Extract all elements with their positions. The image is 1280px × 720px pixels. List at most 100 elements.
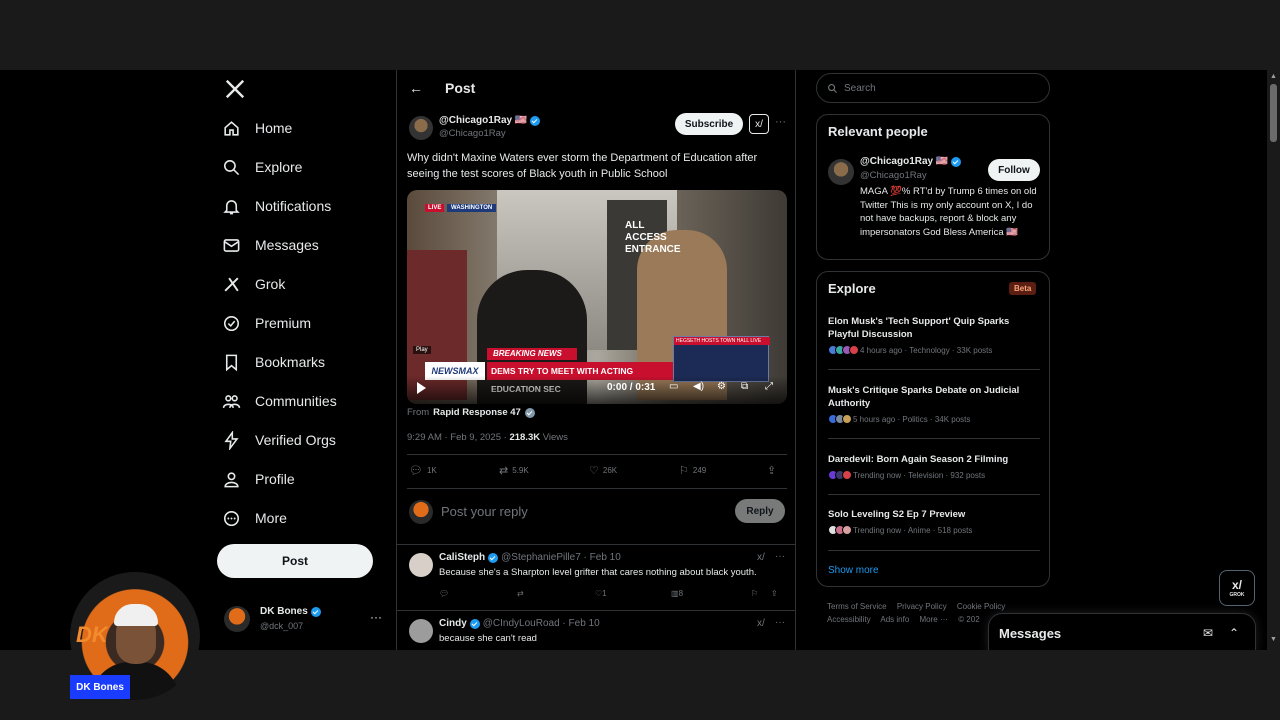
x-logo-icon[interactable] [224, 78, 246, 100]
avatar[interactable] [409, 116, 433, 140]
grok-floating-button[interactable]: x/ GROK [1219, 570, 1255, 606]
messages-dock[interactable]: Messages ✉ ⌃ [988, 613, 1256, 653]
trend-item[interactable]: Elon Musk's 'Tech Support' Quip Sparks P… [828, 315, 1040, 355]
breaking-news-banner: BREAKING NEWS [487, 348, 577, 360]
sidebar-item-grok[interactable]: Grok [222, 269, 285, 299]
captions-icon[interactable]: ▭ [669, 381, 678, 392]
expand-icon[interactable]: ⌃ [1229, 626, 1239, 640]
sidebar-item-label: Notifications [255, 198, 332, 214]
like-action[interactable]: ♡ 26K [589, 464, 617, 477]
sidebar-item-messages[interactable]: Messages [222, 230, 319, 260]
reply-author[interactable]: CaliSteph @StephaniePille7 · Feb 10 [439, 552, 621, 563]
account-name: DK Bones [260, 606, 321, 617]
sidebar-item-explore[interactable]: Explore [222, 152, 302, 182]
scroll-down-icon[interactable]: ▼ [1270, 636, 1277, 643]
play-label: Play [413, 346, 431, 354]
source-account-link[interactable]: Rapid Response 47 [433, 407, 521, 418]
reply-button[interactable]: Reply [735, 499, 785, 523]
person-handle[interactable]: @Chicago1Ray [860, 170, 927, 181]
sidebar-item-verified-orgs[interactable]: Verified Orgs [222, 425, 336, 455]
avatar[interactable] [828, 159, 854, 185]
follow-button[interactable]: Follow [988, 159, 1040, 181]
avatar [409, 500, 433, 524]
sidebar-item-profile[interactable]: Profile [222, 464, 295, 494]
scrollbar-thumb[interactable] [1270, 84, 1277, 142]
grok-icon[interactable]: x/ [749, 114, 769, 134]
bookmark-action[interactable]: ⚐ 249 [679, 464, 706, 477]
account-switcher[interactable]: DK Bones @dck_007 ··· [224, 604, 384, 636]
fullscreen-icon[interactable]: ⤢ [765, 381, 773, 392]
reply-icon[interactable]: 💬︎ [439, 589, 449, 598]
grok-icon[interactable]: x/ [757, 618, 765, 629]
video-time: 0:00 / 0:31 [607, 382, 656, 393]
pip-icon[interactable]: ⧉ [741, 381, 748, 392]
main-column: ← Post @Chicago1Ray 🇺🇸 @Chicago1Ray Subs… [396, 70, 796, 650]
entrance-sign: ALL ACCESS ENTRANCE [625, 220, 681, 255]
subscribe-button[interactable]: Subscribe [675, 113, 743, 135]
play-icon[interactable] [417, 382, 426, 394]
page-title: Post [445, 80, 476, 96]
share-action[interactable]: ⇪ [767, 464, 776, 477]
beta-badge: Beta [1009, 282, 1037, 295]
scroll-up-icon[interactable]: ▲ [1270, 73, 1277, 80]
trend-title: Daredevil: Born Again Season 2 Filming [828, 454, 1009, 465]
person-name[interactable]: @Chicago1Ray 🇺🇸 [860, 156, 962, 167]
avatar[interactable] [409, 553, 433, 577]
search-icon [223, 159, 240, 175]
reply-action[interactable]: 💬︎ 1K [409, 464, 437, 477]
sidebar-item-premium[interactable]: Premium [222, 308, 311, 338]
footer-link[interactable]: Accessibility [827, 615, 871, 624]
trend-item[interactable]: Musk's Critique Sparks Debate on Judicia… [828, 384, 1040, 424]
reply-item[interactable]: CaliSteph @StephaniePille7 · Feb 10 x/ ··… [397, 545, 795, 611]
divider [407, 488, 787, 489]
footer-link[interactable]: Terms of Service [827, 602, 887, 611]
footer-link[interactable]: Ads info [880, 615, 909, 624]
sidebar-item-communities[interactable]: Communities [222, 386, 337, 416]
trend-item[interactable]: Daredevil: Born Again Season 2 Filming T… [828, 453, 1040, 480]
repost-icon[interactable]: ⇄ [517, 589, 524, 598]
footer-link[interactable]: More ··· [920, 615, 948, 624]
repost-action[interactable]: ⇄ 5.9K [499, 464, 529, 477]
scrollbar[interactable]: ▲ ▼ [1267, 70, 1280, 650]
sidebar-item-label: Profile [255, 471, 295, 487]
author-handle[interactable]: @Chicago1Ray [439, 128, 506, 139]
verified-badge-icon [488, 552, 499, 563]
share-icon[interactable]: ⇪ [771, 589, 778, 598]
search-input[interactable]: Search [816, 73, 1050, 103]
sidebar-item-label: Communities [255, 393, 337, 409]
sidebar-item-bookmarks[interactable]: Bookmarks [222, 347, 325, 377]
like-action[interactable]: ♡ 1 [595, 589, 607, 598]
avatar[interactable] [409, 619, 433, 643]
show-more-link[interactable]: Show more [828, 565, 879, 576]
sidebar-item-label: Explore [255, 159, 303, 175]
volume-icon[interactable]: ◀) [693, 381, 704, 392]
reply-author[interactable]: Cindy @CIndyLouRoad · Feb 10 [439, 618, 600, 629]
premium-icon [223, 315, 240, 331]
settings-icon[interactable]: ⚙ [717, 381, 726, 392]
reply-input[interactable]: Post your reply [441, 504, 528, 519]
post-button[interactable]: Post [217, 544, 373, 578]
trend-title: Solo Leveling S2 Ep 7 Preview [828, 509, 966, 520]
footer-link[interactable]: Privacy Policy [897, 602, 947, 611]
new-message-icon[interactable]: ✉ [1203, 626, 1213, 640]
views-action[interactable]: ▥ 8 [671, 589, 683, 598]
reply-text: because she can't read [439, 633, 537, 644]
reply-item[interactable]: Cindy @CIndyLouRoad · Feb 10 x/ ··· becau… [397, 611, 795, 650]
trend-item[interactable]: Solo Leveling S2 Ep 7 Preview Trending n… [828, 508, 1040, 535]
more-icon[interactable]: ··· [775, 617, 785, 628]
more-icon[interactable]: ··· [775, 551, 785, 562]
back-arrow-icon[interactable]: ← [409, 80, 423, 96]
video-player[interactable]: LIVE WASHINGTON ALL ACCESS ENTRANCE BREA… [407, 190, 787, 404]
sidebar-item-home[interactable]: Home [222, 113, 292, 143]
footer-link[interactable]: Cookie Policy [957, 602, 1005, 611]
sidebar-item-notifications[interactable]: Notifications [222, 191, 331, 221]
author-name[interactable]: @Chicago1Ray 🇺🇸 [439, 115, 541, 126]
bookmark-icon[interactable]: ⚐ [751, 589, 758, 598]
more-icon[interactable]: ··· [775, 116, 786, 128]
person-icon [224, 471, 239, 487]
more-icon[interactable]: ··· [370, 610, 382, 624]
tweet-timestamp[interactable]: 9:29 AM · Feb 9, 2025 · [407, 432, 509, 443]
bookmark-icon: ⚐ [679, 465, 689, 477]
sidebar-item-more[interactable]: More [222, 503, 287, 533]
grok-icon[interactable]: x/ [757, 552, 765, 563]
